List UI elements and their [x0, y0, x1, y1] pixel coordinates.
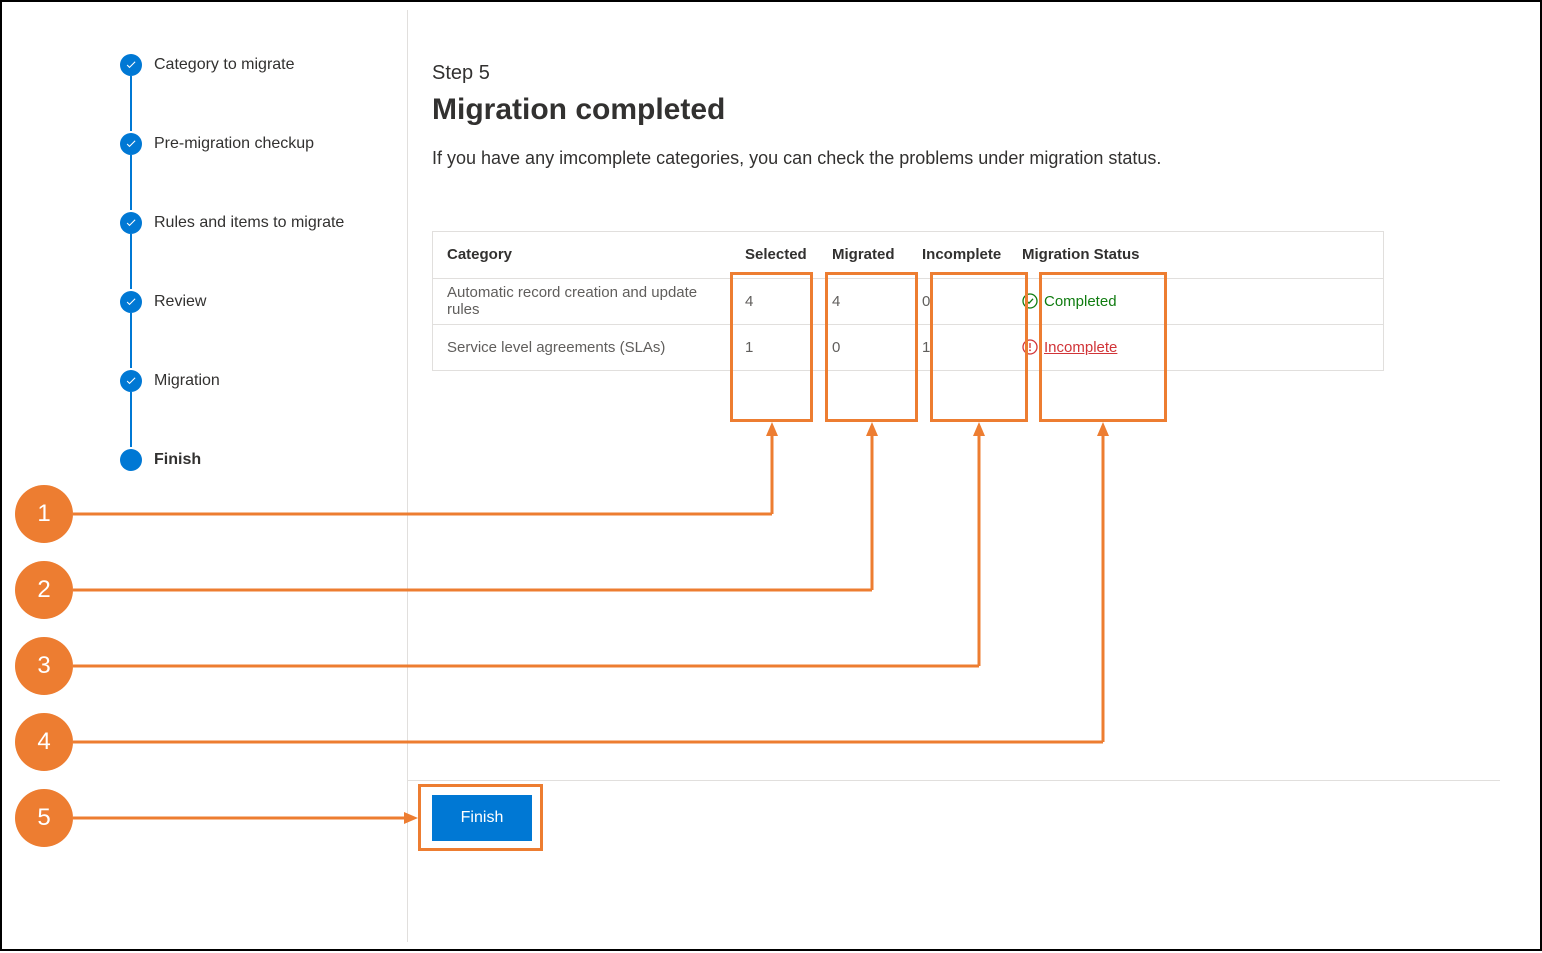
- highlight-box-selected: [730, 272, 813, 422]
- cell-category: Service level agreements (SLAs): [433, 324, 733, 370]
- current-step-dot-icon: [120, 449, 142, 471]
- step-label: Rules and items to migrate: [154, 214, 344, 232]
- step-review[interactable]: Review: [120, 289, 400, 315]
- check-icon: [120, 370, 142, 392]
- page-description: If you have any imcomplete categories, y…: [432, 145, 1162, 171]
- step-rules-and-items[interactable]: Rules and items to migrate: [120, 210, 400, 236]
- highlight-box-migrated: [825, 272, 918, 422]
- highlight-box-incomplete: [930, 272, 1028, 422]
- step-label: Finish: [154, 451, 201, 469]
- callout-bubble-1: 1: [15, 485, 73, 543]
- vertical-divider: [407, 10, 408, 942]
- callout-bubble-5: 5: [15, 789, 73, 847]
- callout-bubble-4: 4: [15, 713, 73, 771]
- col-category: Category: [433, 232, 733, 278]
- check-icon: [120, 291, 142, 313]
- footer-divider: [407, 780, 1500, 781]
- check-icon: [120, 54, 142, 76]
- highlight-box-finish: [418, 784, 543, 851]
- step-migration[interactable]: Migration: [120, 368, 400, 394]
- wizard-stepper: Category to migrate Pre-migration checku…: [120, 52, 400, 473]
- callout-bubble-3: 3: [15, 637, 73, 695]
- check-icon: [120, 133, 142, 155]
- highlight-box-status: [1039, 272, 1167, 422]
- step-number: Step 5: [432, 62, 1500, 85]
- step-label: Category to migrate: [154, 56, 295, 74]
- step-label: Migration: [154, 372, 220, 390]
- callout-bubble-2: 2: [15, 561, 73, 619]
- step-pre-migration-checkup[interactable]: Pre-migration checkup: [120, 131, 400, 157]
- check-icon: [120, 212, 142, 234]
- step-category-to-migrate[interactable]: Category to migrate: [120, 52, 400, 78]
- step-label: Review: [154, 293, 206, 311]
- page-title: Migration completed: [432, 93, 1500, 127]
- step-label: Pre-migration checkup: [154, 135, 314, 153]
- cell-category: Automatic record creation and update rul…: [433, 278, 733, 324]
- step-finish[interactable]: Finish: [120, 447, 400, 473]
